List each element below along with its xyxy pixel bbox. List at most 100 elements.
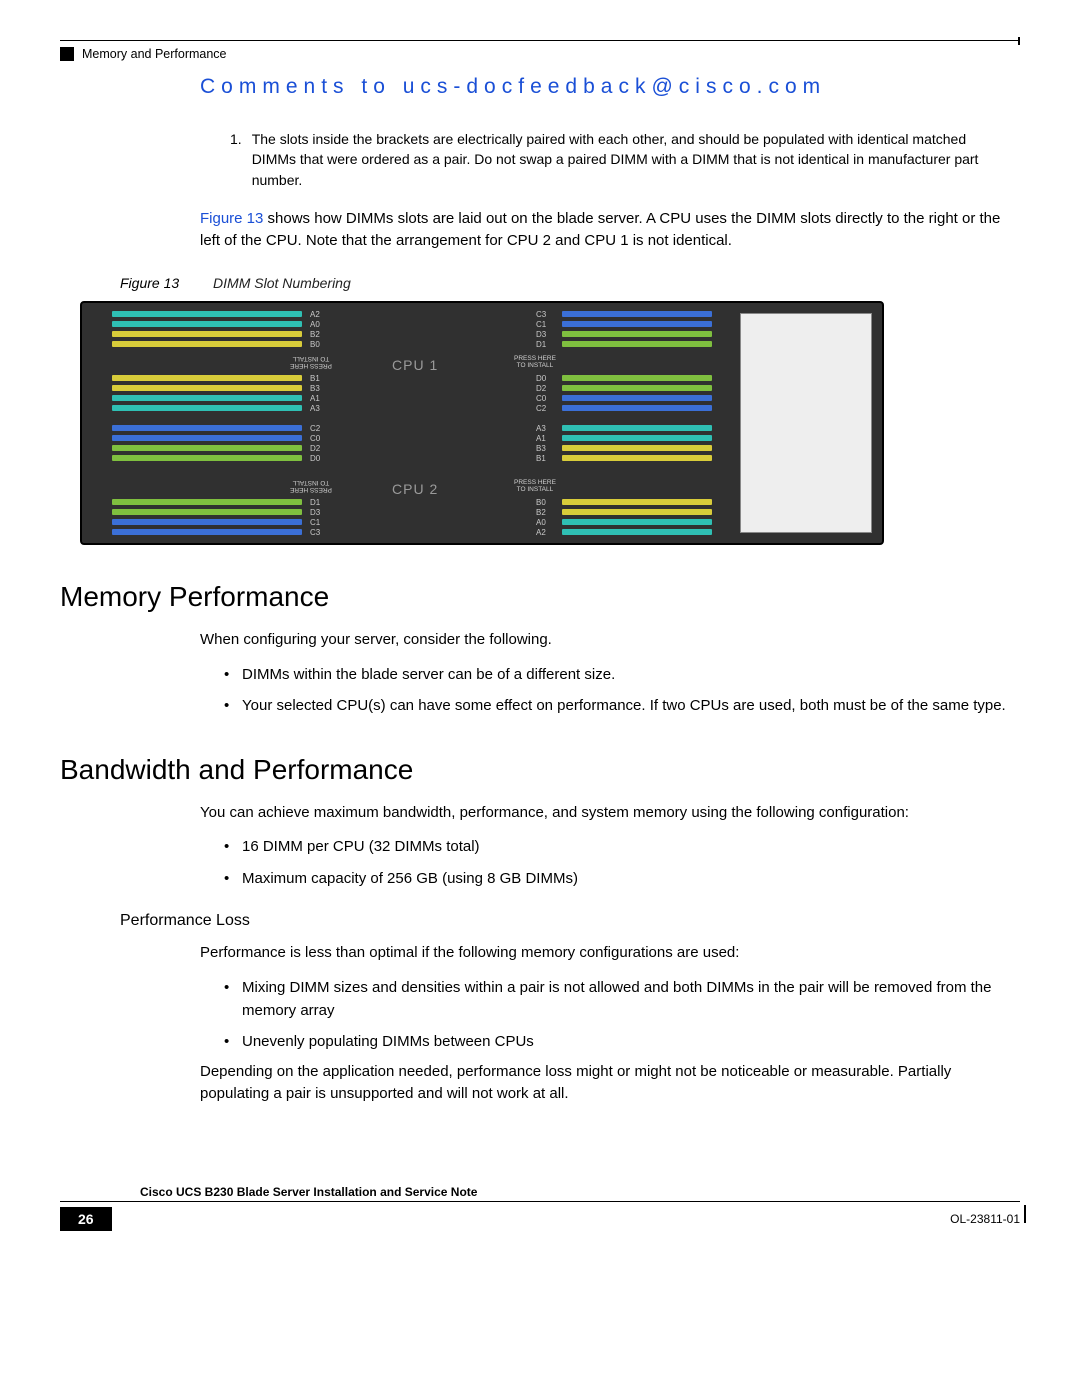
dimm-slot-label: D0 — [310, 454, 320, 463]
dimm-slot-label: C2 — [536, 404, 546, 413]
dimm-slot-label: B3 — [536, 444, 546, 453]
dimm-slot — [112, 395, 302, 401]
list-item: Unevenly populating DIMMs between CPUs — [220, 1030, 1020, 1053]
feedback-email-link[interactable]: Comments to ucs-docfeedback@cisco.com — [200, 75, 1020, 99]
footnote-number: 1. — [230, 129, 242, 190]
page-number: 26 — [60, 1207, 112, 1231]
dimm-slot-label: A2 — [310, 310, 320, 319]
press-here-label: PRESS HERE TO INSTALL — [290, 355, 332, 369]
memory-perf-intro: When configuring your server, consider t… — [200, 629, 1020, 651]
dimm-slot — [112, 529, 302, 535]
dimm-slot — [112, 331, 302, 337]
dimm-slot-label: A3 — [536, 424, 546, 433]
list-item: Your selected CPU(s) can have some effec… — [220, 694, 1020, 717]
dimm-slot — [562, 509, 712, 515]
dimm-slot — [112, 385, 302, 391]
dimm-slot — [112, 341, 302, 347]
list-item: DIMMs within the blade server can be of … — [220, 663, 1020, 686]
header-section-label: Memory and Performance — [82, 47, 227, 61]
dimm-slot-label: B2 — [310, 330, 320, 339]
dimm-slot-label: A0 — [310, 320, 320, 329]
dimm-slot-label: B0 — [310, 340, 320, 349]
dimm-slot — [562, 341, 712, 347]
press-here-label: PRESS HERE TO INSTALL — [514, 355, 556, 369]
memory-performance-heading: Memory Performance — [60, 581, 1020, 613]
dimm-slot-label: D2 — [310, 444, 320, 453]
dimm-slot-label: D3 — [310, 508, 320, 517]
dimm-slot — [112, 499, 302, 505]
dimm-slot-label: D1 — [310, 498, 320, 507]
memory-perf-list: DIMMs within the blade server can be of … — [220, 663, 1020, 718]
header-marker-icon — [60, 47, 74, 61]
dimm-slot-label: A1 — [310, 394, 320, 403]
dimm-slot — [112, 519, 302, 525]
dimm-slot — [112, 425, 302, 431]
figure-reference-link[interactable]: Figure 13 — [200, 210, 263, 227]
dimm-slot — [112, 509, 302, 515]
bandwidth-performance-heading: Bandwidth and Performance — [60, 754, 1020, 786]
dimm-slot — [562, 499, 712, 505]
dimm-slot-label: C0 — [310, 434, 320, 443]
dimm-slot-label: B3 — [310, 384, 320, 393]
dimm-slot — [562, 375, 712, 381]
performance-loss-heading: Performance Loss — [120, 912, 1020, 930]
list-item: Maximum capacity of 256 GB (using 8 GB D… — [220, 867, 1020, 890]
performance-loss-intro: Performance is less than optimal if the … — [200, 942, 1020, 964]
bandwidth-list: 16 DIMM per CPU (32 DIMMs total) Maximum… — [220, 835, 1020, 890]
footer-doc-title: Cisco UCS B230 Blade Server Installation… — [140, 1185, 1020, 1199]
dimm-slot-label: B2 — [536, 508, 546, 517]
dimm-slot-label: D0 — [536, 374, 546, 383]
figure-caption-title: DIMM Slot Numbering — [213, 275, 351, 291]
cpu1-label: CPU 1 — [392, 357, 438, 373]
dimm-slot — [562, 321, 712, 327]
figure-intro-paragraph: Figure 13 shows how DIMMs slots are laid… — [200, 208, 1020, 252]
dimm-slot-label: C0 — [536, 394, 546, 403]
dimm-slot-diagram: CPU 1 CPU 2 PRESS HERE TO INSTALL PRESS … — [60, 301, 1020, 545]
dimm-slot — [562, 435, 712, 441]
footnote-item: 1. The slots inside the brackets are ele… — [230, 129, 1010, 190]
cpu2-label: CPU 2 — [392, 481, 438, 497]
dimm-slot — [562, 331, 712, 337]
figure-intro-text: shows how DIMMs slots are laid out on th… — [200, 210, 1000, 249]
dimm-slot-label: C2 — [310, 424, 320, 433]
figure-caption-number: Figure 13 — [120, 275, 179, 291]
footnote-text: The slots inside the brackets are electr… — [252, 129, 1010, 190]
dimm-slot — [562, 425, 712, 431]
dimm-slot — [562, 455, 712, 461]
dimm-slot — [112, 311, 302, 317]
footer-doc-id: OL-23811-01 — [950, 1212, 1020, 1226]
dimm-slot — [112, 435, 302, 441]
dimm-slot-label: B1 — [536, 454, 546, 463]
dimm-slot-label: A1 — [536, 434, 546, 443]
dimm-slot-label: C1 — [536, 320, 546, 329]
dimm-slot — [562, 311, 712, 317]
dimm-slot — [112, 321, 302, 327]
dimm-slot-label: D3 — [536, 330, 546, 339]
dimm-slot — [562, 385, 712, 391]
press-here-label: PRESS HERE TO INSTALL — [290, 479, 332, 493]
dimm-slot — [562, 529, 712, 535]
dimm-slot — [562, 395, 712, 401]
dimm-slot — [112, 455, 302, 461]
list-item: Mixing DIMM sizes and densities within a… — [220, 976, 1020, 1023]
dimm-slot — [562, 405, 712, 411]
performance-loss-list: Mixing DIMM sizes and densities within a… — [220, 976, 1020, 1054]
dimm-slot-label: C3 — [310, 528, 320, 537]
performance-loss-outro: Depending on the application needed, per… — [200, 1061, 1020, 1105]
list-item: 16 DIMM per CPU (32 DIMMs total) — [220, 835, 1020, 858]
dimm-slot — [112, 375, 302, 381]
dimm-slot-label: A2 — [536, 528, 546, 537]
dimm-slot-label: B1 — [310, 374, 320, 383]
dimm-slot-label: A0 — [536, 518, 546, 527]
dimm-slot-label: D2 — [536, 384, 546, 393]
dimm-slot — [562, 519, 712, 525]
dimm-slot-label: D1 — [536, 340, 546, 349]
dimm-slot-label: B0 — [536, 498, 546, 507]
dimm-slot-label: C3 — [536, 310, 546, 319]
bandwidth-intro: You can achieve maximum bandwidth, perfo… — [200, 802, 1020, 824]
dimm-slot-label: A3 — [310, 404, 320, 413]
page-footer: Cisco UCS B230 Blade Server Installation… — [60, 1185, 1020, 1232]
dimm-slot — [562, 445, 712, 451]
press-here-label: PRESS HERE TO INSTALL — [514, 479, 556, 493]
dimm-slot — [112, 405, 302, 411]
